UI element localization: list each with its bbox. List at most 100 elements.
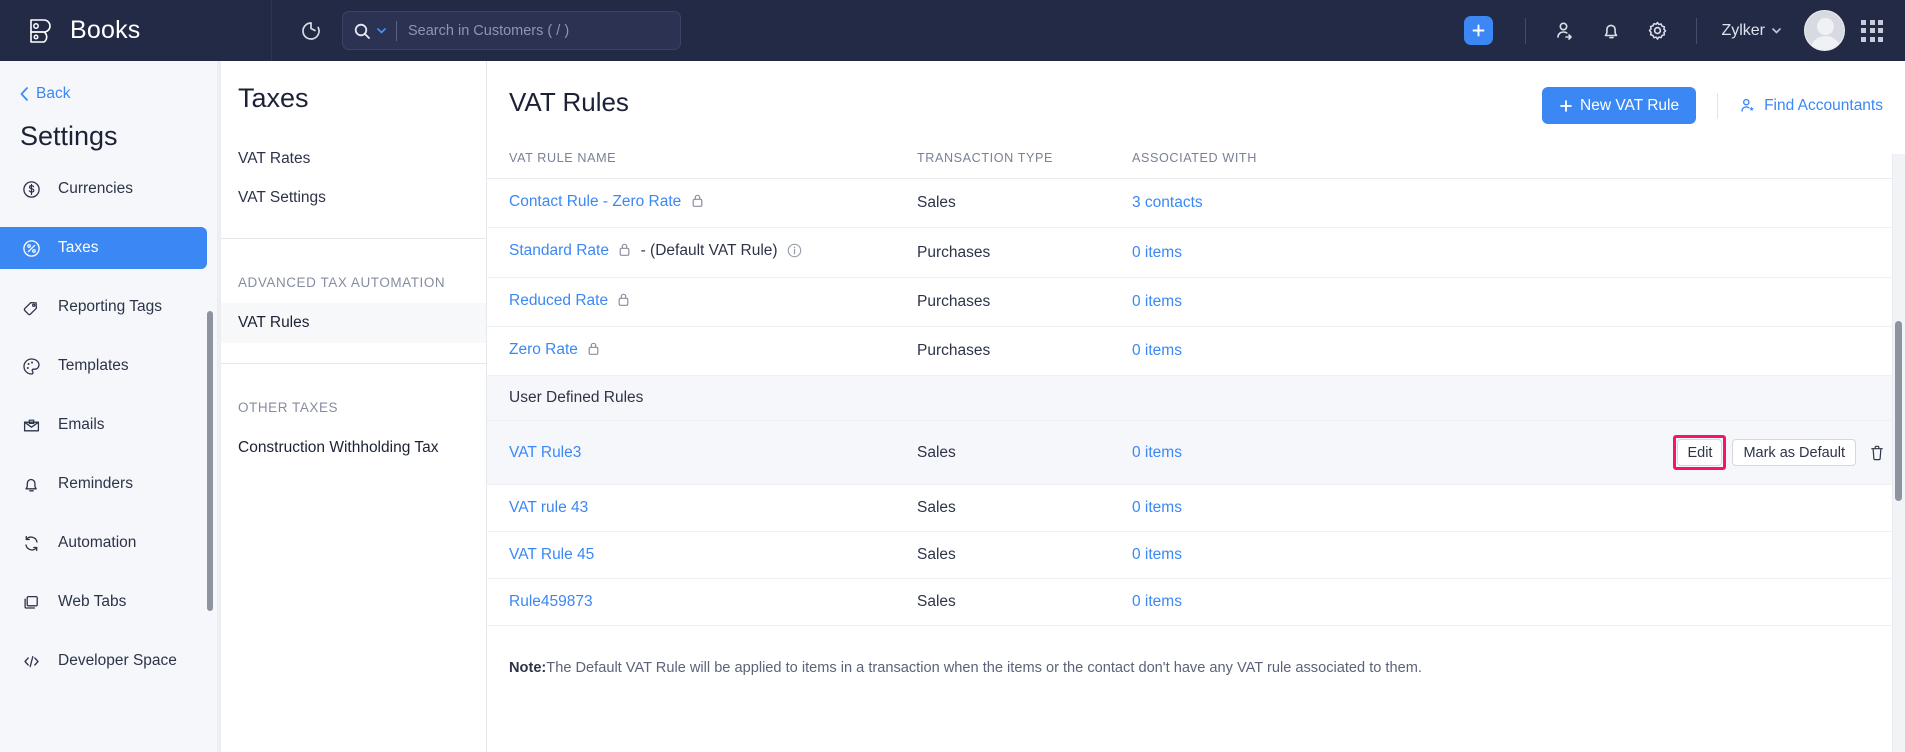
vat-rule-link[interactable]: Reduced Rate — [509, 292, 608, 309]
sidebar-item-label: Currencies — [58, 180, 133, 197]
sidebar-item-developer-space[interactable]: Developer Space — [0, 640, 207, 682]
vat-rule-link[interactable]: Zero Rate — [509, 341, 578, 358]
cell-associated-with: 0 items — [1132, 326, 1380, 376]
cell-rule-name: Zero Rate — [487, 326, 917, 376]
cell-transaction-type: Sales — [917, 531, 1132, 579]
code-brackets-icon — [21, 651, 42, 672]
books-logo-icon — [26, 16, 56, 46]
cell-rule-name: VAT Rule 45 — [487, 531, 917, 579]
column-header-transaction-type: TRANSACTION TYPE — [917, 151, 1132, 179]
palette-icon — [21, 356, 42, 377]
lock-icon — [618, 242, 631, 262]
associated-link[interactable]: 0 items — [1132, 293, 1182, 310]
mark-as-default-button[interactable]: Mark as Default — [1732, 439, 1856, 466]
sidebar-scrollbar[interactable] — [207, 311, 213, 611]
sidebar-item-label: Emails — [58, 416, 105, 433]
sidebar-item-reporting-tags[interactable]: Reporting Tags — [0, 286, 207, 328]
group-label: User Defined Rules — [487, 375, 1905, 421]
vat-rule-link[interactable]: Rule459873 — [509, 593, 593, 610]
org-name-label: Zylker — [1721, 21, 1765, 39]
sidebar-item-label: Automation — [58, 534, 137, 551]
add-new-button[interactable] — [1464, 16, 1494, 45]
associated-link[interactable]: 0 items — [1132, 244, 1182, 261]
gear-icon[interactable] — [1645, 19, 1669, 43]
accountant-person-icon — [1741, 98, 1754, 112]
sidebar-item-web-tabs[interactable]: Web Tabs — [0, 581, 207, 623]
table-group-row: User Defined Rules — [487, 375, 1905, 421]
search-input[interactable] — [397, 22, 670, 39]
org-switcher[interactable]: Zylker — [1721, 22, 1782, 40]
find-accountants-button[interactable]: Find Accountants — [1739, 97, 1883, 115]
cell-transaction-type: Purchases — [917, 227, 1132, 278]
edit-button[interactable]: Edit — [1677, 439, 1723, 466]
cell-actions — [1380, 326, 1905, 376]
new-vat-rule-button[interactable]: New VAT Rule — [1542, 87, 1697, 124]
divider — [1696, 17, 1698, 44]
layers-icon — [21, 592, 42, 613]
sidebar-item-automation[interactable]: Automation — [0, 522, 207, 564]
cell-transaction-type: Purchases — [917, 277, 1132, 327]
cell-associated-with: 0 items — [1132, 531, 1380, 579]
table-body: Contact Rule - Zero Rate Sales 3 contact… — [487, 178, 1905, 626]
chevron-down-icon — [377, 28, 386, 34]
associated-link[interactable]: 0 items — [1132, 499, 1182, 516]
taxes-scrollbar-track — [217, 61, 221, 752]
taxes-panel-title: Taxes — [238, 83, 309, 113]
taxes-item-vat-rules[interactable]: VAT Rules — [217, 303, 486, 343]
search-icon[interactable] — [353, 22, 396, 40]
back-link[interactable]: Back — [0, 75, 217, 103]
cell-transaction-type: Sales — [917, 420, 1132, 485]
column-header-associated-with: ASSOCIATED WITH — [1132, 151, 1380, 179]
table-head: VAT RULE NAME TRANSACTION TYPE ASSOCIATE… — [487, 151, 1905, 179]
sidebar-item-templates[interactable]: Templates — [0, 345, 207, 387]
taxes-link-vat-rates[interactable]: VAT Rates — [238, 140, 486, 179]
chevron-down-icon — [1772, 28, 1781, 34]
taxes-item-construction-withholding-tax[interactable]: Construction Withholding Tax — [217, 428, 486, 468]
vat-rule-link[interactable]: VAT rule 43 — [509, 499, 588, 516]
sidebar-item-currencies[interactable]: Currencies — [0, 168, 207, 210]
app-grid-icon[interactable] — [1861, 19, 1883, 42]
app-root: Books Search in Customers (/) Zylker B… — [0, 0, 1905, 752]
associated-link[interactable]: 0 items — [1132, 444, 1182, 461]
sidebar-item-taxes[interactable]: Taxes — [0, 227, 207, 269]
associated-link[interactable]: 0 items — [1132, 342, 1182, 359]
cell-actions — [1380, 484, 1905, 532]
search-box[interactable] — [342, 11, 681, 50]
top-bar-middle — [272, 11, 1464, 50]
table-row: Rule459873 Sales 0 items — [487, 578, 1905, 626]
header-actions: New VAT Rule Find Accountants — [1542, 87, 1905, 124]
settings-sidebar: Back Settings Currencies Taxes Reporting… — [0, 61, 217, 752]
main-scrollbar[interactable] — [1895, 321, 1902, 501]
associated-link[interactable]: 3 contacts — [1132, 194, 1203, 211]
main-content: VAT Rules New VAT Rule Find Accountants … — [487, 61, 1905, 752]
new-vat-rule-label: New VAT Rule — [1580, 96, 1680, 114]
refer-friend-icon[interactable] — [1553, 19, 1577, 43]
info-icon[interactable] — [787, 243, 802, 263]
vat-rule-link[interactable]: Contact Rule - Zero Rate — [509, 193, 681, 210]
vat-rule-link[interactable]: VAT Rule3 — [509, 444, 581, 461]
cell-transaction-type: Purchases — [917, 326, 1132, 376]
brand[interactable]: Books — [0, 0, 272, 61]
vat-rule-link[interactable]: Standard Rate — [509, 242, 609, 259]
cell-associated-with: 0 items — [1132, 578, 1380, 626]
cell-rule-name: Reduced Rate — [487, 277, 917, 327]
brand-name: Books — [70, 16, 141, 44]
taxes-panel: Taxes VAT Rates VAT Settings ADVANCED TA… — [217, 61, 487, 752]
body: Back Settings Currencies Taxes Reporting… — [0, 61, 1905, 752]
bell-icon[interactable] — [1599, 19, 1623, 43]
trash-icon[interactable] — [1869, 444, 1885, 462]
sidebar-item-emails[interactable]: Emails — [0, 404, 207, 446]
taxes-link-vat-settings[interactable]: VAT Settings — [238, 179, 486, 218]
avatar[interactable] — [1804, 10, 1845, 51]
top-bar-right: Zylker — [1464, 0, 1905, 61]
associated-link[interactable]: 0 items — [1132, 593, 1182, 610]
associated-link[interactable]: 0 items — [1132, 546, 1182, 563]
cell-actions — [1380, 277, 1905, 327]
cell-rule-name: Standard Rate - (Default VAT Rule) — [487, 227, 917, 278]
cell-actions — [1380, 227, 1905, 278]
sidebar-item-reminders[interactable]: Reminders — [0, 463, 207, 505]
refresh-icon[interactable] — [298, 18, 324, 44]
sidebar-item-label: Web Tabs — [58, 593, 127, 610]
cell-associated-with: 0 items — [1132, 484, 1380, 532]
vat-rule-link[interactable]: VAT Rule 45 — [509, 546, 594, 563]
